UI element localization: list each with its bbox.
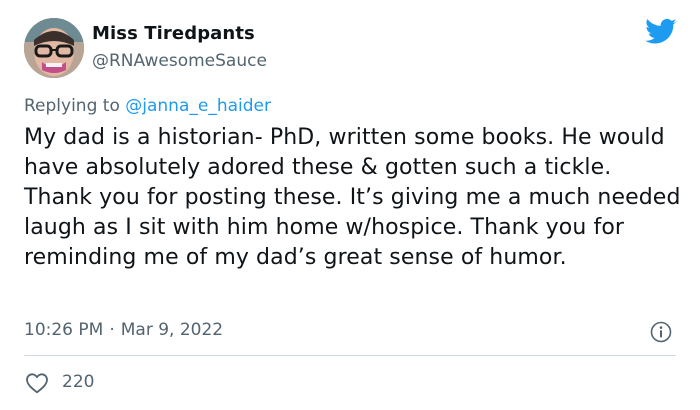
meta-separator: ·	[109, 320, 115, 340]
tweet-date: Mar 9, 2022	[120, 320, 224, 340]
twitter-bird-icon[interactable]	[645, 18, 677, 46]
heart-icon[interactable]	[25, 372, 49, 394]
tweet-text: My dad is a historian- PhD, written some…	[24, 125, 681, 270]
divider	[24, 355, 676, 356]
reply-context: Replying to @janna_e_haider	[24, 96, 271, 116]
info-icon[interactable]	[650, 321, 672, 343]
display-name[interactable]: Miss Tiredpants	[92, 23, 255, 44]
tweet-timestamp[interactable]: 10:26 PM · Mar 9, 2022	[24, 320, 223, 340]
reply-mention-link[interactable]: @janna_e_haider	[125, 96, 271, 116]
tweet-card: Miss Tiredpants @RNAwesomeSauce Replying…	[0, 0, 700, 410]
reply-prefix: Replying to	[24, 96, 126, 116]
tweet-time: 10:26 PM	[24, 320, 104, 340]
avatar-image	[24, 18, 84, 78]
user-handle[interactable]: @RNAwesomeSauce	[92, 51, 267, 71]
avatar[interactable]	[24, 18, 84, 78]
like-count: 220	[62, 372, 95, 392]
